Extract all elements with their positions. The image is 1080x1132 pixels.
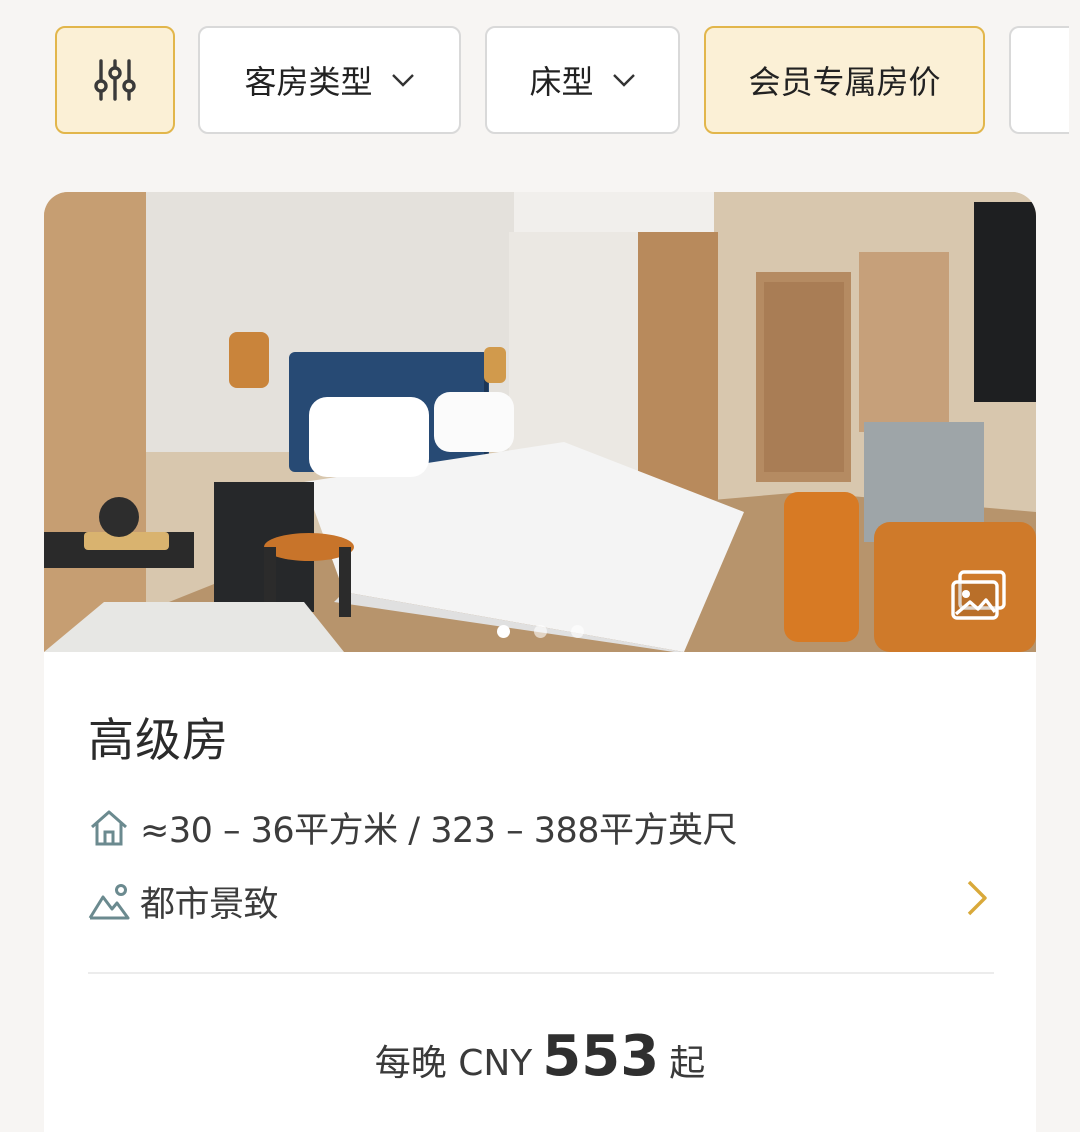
room-photo <box>44 192 1036 652</box>
price-amount: 553 <box>542 1024 660 1089</box>
price-row: 每晚 CNY 553 起 <box>44 1024 1036 1089</box>
room-view-row[interactable]: 都市景致 <box>88 876 279 927</box>
chevron-down-icon <box>391 73 415 87</box>
room-photo-carousel[interactable] <box>44 192 1036 652</box>
chevron-down-icon <box>612 73 636 87</box>
room-title: 高级房 <box>88 713 229 767</box>
room-type-label: 客房类型 <box>244 63 373 101</box>
gallery-icon[interactable] <box>950 570 1008 622</box>
member-rate-label: 会员专属房价 <box>748 63 941 101</box>
room-card[interactable]: 高级房 ≈30 – 36平方米 / 323 – 388平方英尺 都市景致 每晚 … <box>44 192 1036 1132</box>
room-type-dropdown[interactable]: 客房类型 <box>198 26 461 134</box>
divider <box>88 972 994 974</box>
house-icon <box>88 807 130 849</box>
carousel-dot[interactable] <box>570 625 584 638</box>
price-prefix: 每晚 CNY <box>374 1043 533 1084</box>
filter-settings-button[interactable] <box>55 26 175 134</box>
carousel-dot[interactable] <box>533 625 547 638</box>
sliders-icon <box>94 59 136 101</box>
filter-bar: 客房类型 床型 会员专属房价 <box>55 26 1080 134</box>
next-filter-chip[interactable] <box>1009 26 1069 134</box>
carousel-dot[interactable] <box>496 625 510 638</box>
room-size-row: ≈30 – 36平方米 / 323 – 388平方英尺 <box>88 802 738 853</box>
chevron-right-icon[interactable] <box>962 878 992 918</box>
member-rate-chip[interactable]: 会员专属房价 <box>704 26 985 134</box>
bed-type-label: 床型 <box>529 63 594 101</box>
mountain-view-icon <box>88 881 130 923</box>
room-size-text: ≈30 – 36平方米 / 323 – 388平方英尺 <box>140 811 738 851</box>
room-view-text: 都市景致 <box>140 885 279 925</box>
price-suffix: 起 <box>669 1043 706 1084</box>
bed-type-dropdown[interactable]: 床型 <box>485 26 680 134</box>
carousel-indicator <box>44 625 1036 638</box>
